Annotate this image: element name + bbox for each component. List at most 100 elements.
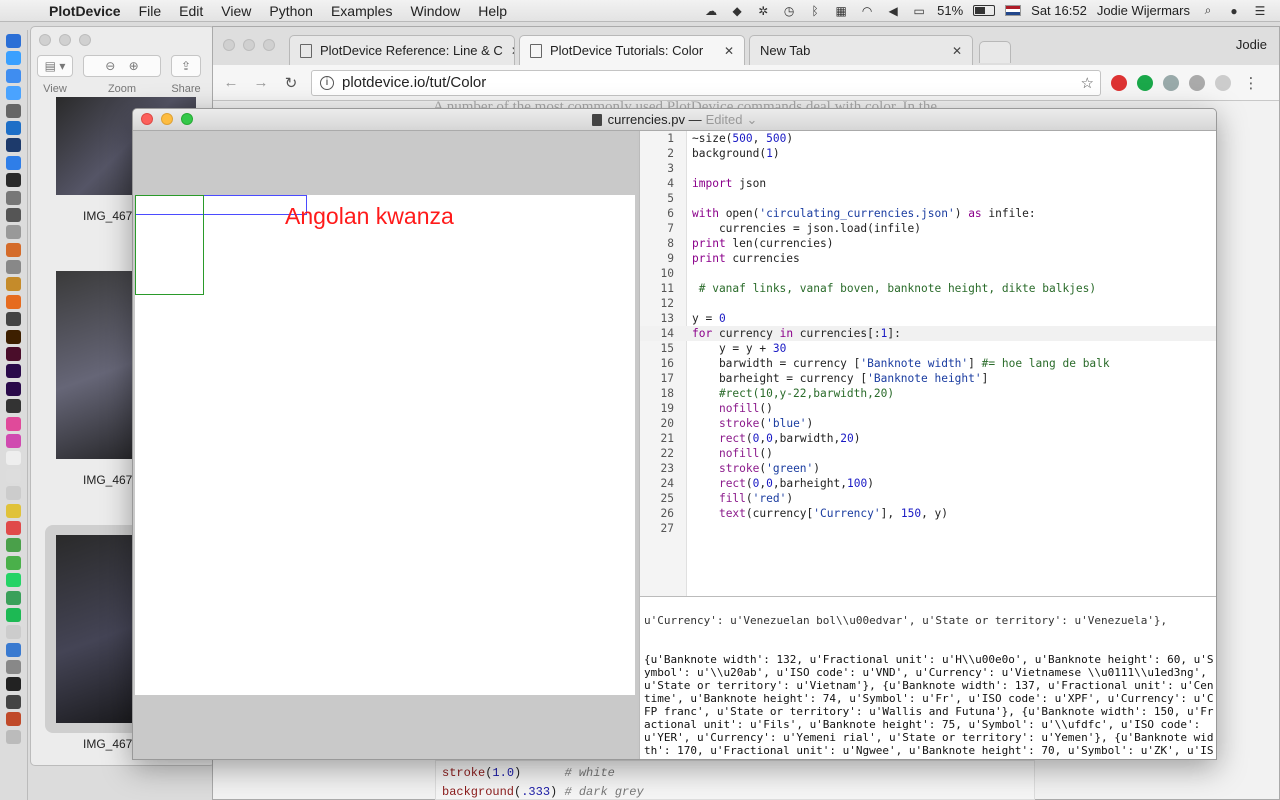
- code-text[interactable]: print len(currencies): [674, 236, 833, 251]
- close-tab-icon[interactable]: ✕: [944, 44, 962, 58]
- safari-icon[interactable]: [6, 120, 21, 135]
- app-icon-36[interactable]: [6, 642, 21, 657]
- minimize-window-button[interactable]: [161, 113, 173, 125]
- keyboard-icon[interactable]: ▦: [833, 4, 849, 18]
- premiere-icon[interactable]: [6, 364, 21, 379]
- code-text[interactable]: y = y + 30: [674, 341, 786, 356]
- tab-line-reference[interactable]: PlotDevice Reference: Line & C ✕: [289, 35, 515, 65]
- profile-name[interactable]: Jodie: [1236, 37, 1267, 52]
- launchpad-icon[interactable]: [6, 103, 21, 118]
- share-button[interactable]: ⇪: [171, 55, 201, 77]
- code-text[interactable]: [674, 521, 692, 536]
- input-source-flag-icon[interactable]: [1005, 5, 1022, 16]
- battery-percent[interactable]: 51%: [937, 3, 963, 18]
- code-text[interactable]: background(1): [674, 146, 780, 161]
- code-text[interactable]: fill('red'): [674, 491, 793, 506]
- app-icon-33[interactable]: [6, 590, 21, 605]
- code-text[interactable]: currencies = json.load(infile): [674, 221, 921, 236]
- close-tab-icon[interactable]: ✕: [716, 44, 734, 58]
- code-line[interactable]: 14 for currency in currencies[:1]:: [640, 326, 1216, 341]
- dropbox-icon[interactable]: ◆: [729, 4, 745, 18]
- calendar-icon[interactable]: [6, 451, 21, 466]
- code-text[interactable]: ~size(500, 500): [674, 131, 793, 146]
- illustrator-icon[interactable]: [6, 329, 21, 344]
- code-line[interactable]: 26 text(currency['Currency'], 150, y): [640, 506, 1216, 521]
- chevron-down-icon[interactable]: ⌄: [746, 112, 757, 128]
- bluetooth-icon[interactable]: ᛒ: [807, 4, 823, 18]
- code-line[interactable]: 20 stroke('blue'): [640, 416, 1216, 431]
- zoom-window-button[interactable]: [263, 39, 275, 51]
- menu-edit[interactable]: Edit: [170, 3, 212, 19]
- address-bar[interactable]: i plotdevice.io/tut/Color ☆: [311, 69, 1101, 96]
- code-line[interactable]: 9 print currencies: [640, 251, 1216, 266]
- minimize-window-button[interactable]: [59, 34, 71, 46]
- code-line[interactable]: 22 nofill(): [640, 446, 1216, 461]
- code-line[interactable]: 24 rect(0,0,barheight,100): [640, 476, 1216, 491]
- code-text[interactable]: #rect(10,y-22,barwidth,20): [674, 386, 894, 401]
- menu-python[interactable]: Python: [260, 3, 322, 19]
- app-icon-35[interactable]: [6, 625, 21, 640]
- spotify-icon[interactable]: [6, 607, 21, 622]
- app-icon-23[interactable]: [6, 416, 21, 431]
- battery-icon[interactable]: [973, 5, 996, 16]
- after-effects-icon[interactable]: [6, 381, 21, 396]
- spotlight-search-icon[interactable]: ⌕: [1200, 3, 1216, 18]
- menu-view[interactable]: View: [212, 3, 260, 19]
- close-window-button[interactable]: [39, 34, 51, 46]
- forward-arrow-icon[interactable]: →: [251, 74, 271, 91]
- code-line[interactable]: 8 print len(currencies): [640, 236, 1216, 251]
- code-text[interactable]: [674, 191, 692, 206]
- code-text[interactable]: rect(0,0,barheight,100): [674, 476, 874, 491]
- app-icon-38[interactable]: [6, 677, 21, 692]
- code-line[interactable]: 3: [640, 161, 1216, 176]
- code-line[interactable]: 15 y = y + 30: [640, 341, 1216, 356]
- code-text[interactable]: # vanaf links, vanaf boven, banknote hei…: [674, 281, 1096, 296]
- code-line[interactable]: 2 background(1): [640, 146, 1216, 161]
- airplay-icon[interactable]: ▭: [911, 4, 927, 18]
- extension-icon[interactable]: [1215, 74, 1231, 91]
- menu-examples[interactable]: Examples: [322, 3, 401, 19]
- code-line[interactable]: 11 # vanaf links, vanaf boven, banknote …: [640, 281, 1216, 296]
- code-line[interactable]: 4 import json: [640, 176, 1216, 191]
- code-line[interactable]: 23 stroke('green'): [640, 461, 1216, 476]
- code-text[interactable]: for currency in currencies[:1]:: [674, 326, 901, 341]
- code-text[interactable]: barheight = currency ['Banknote height']: [674, 371, 988, 386]
- code-text[interactable]: rect(0,0,barwidth,20): [674, 431, 861, 446]
- code-lines[interactable]: 1 ~size(500, 500) 2 background(1) 3 4 import j…: [640, 131, 1216, 536]
- volume-icon[interactable]: ◀: [885, 4, 901, 18]
- code-text[interactable]: [674, 266, 692, 281]
- code-line[interactable]: 16 barwidth = currency ['Banknote width'…: [640, 356, 1216, 371]
- app-icon-12[interactable]: [6, 225, 21, 240]
- sidebar-view-button[interactable]: ▤ ▾: [37, 55, 73, 77]
- app-icon-40[interactable]: [6, 712, 21, 727]
- app-store-icon[interactable]: [6, 68, 21, 83]
- menubar-user[interactable]: Jodie Wijermars: [1097, 3, 1190, 18]
- indesign-icon[interactable]: [6, 347, 21, 362]
- code-text[interactable]: text(currency['Currency'], 150, y): [674, 506, 948, 521]
- minimize-window-button[interactable]: [243, 39, 255, 51]
- notification-center-icon[interactable]: ☰: [1252, 4, 1268, 18]
- code-line[interactable]: 12: [640, 296, 1216, 311]
- siri-icon[interactable]: ●: [1226, 4, 1242, 18]
- code-line[interactable]: 18 #rect(10,y-22,barwidth,20): [640, 386, 1216, 401]
- trash-icon[interactable]: [6, 729, 21, 744]
- bookmark-star-icon[interactable]: ☆: [1081, 74, 1094, 92]
- code-line[interactable]: 19 nofill(): [640, 401, 1216, 416]
- code-text[interactable]: nofill(): [674, 401, 773, 416]
- close-tab-icon[interactable]: ✕: [503, 44, 514, 58]
- zoom-window-button[interactable]: [79, 34, 91, 46]
- app-icon-37[interactable]: [6, 660, 21, 675]
- zoom-buttons[interactable]: ⊖ ⊕: [83, 55, 161, 77]
- extension-icon[interactable]: [1163, 74, 1179, 91]
- code-line[interactable]: 27: [640, 521, 1216, 536]
- code-line[interactable]: 7 currencies = json.load(infile): [640, 221, 1216, 236]
- menu-file[interactable]: File: [130, 3, 171, 19]
- code-text[interactable]: nofill(): [674, 446, 773, 461]
- code-line[interactable]: 1 ~size(500, 500): [640, 131, 1216, 146]
- extension-grammarly-icon[interactable]: [1137, 74, 1153, 91]
- tab-color-tutorial[interactable]: PlotDevice Tutorials: Color ✕: [519, 35, 745, 65]
- finder-icon[interactable]: [6, 34, 21, 48]
- app-icon-11[interactable]: [6, 207, 21, 222]
- app-icon-24[interactable]: [6, 433, 21, 448]
- code-line[interactable]: 25 fill('red'): [640, 491, 1216, 506]
